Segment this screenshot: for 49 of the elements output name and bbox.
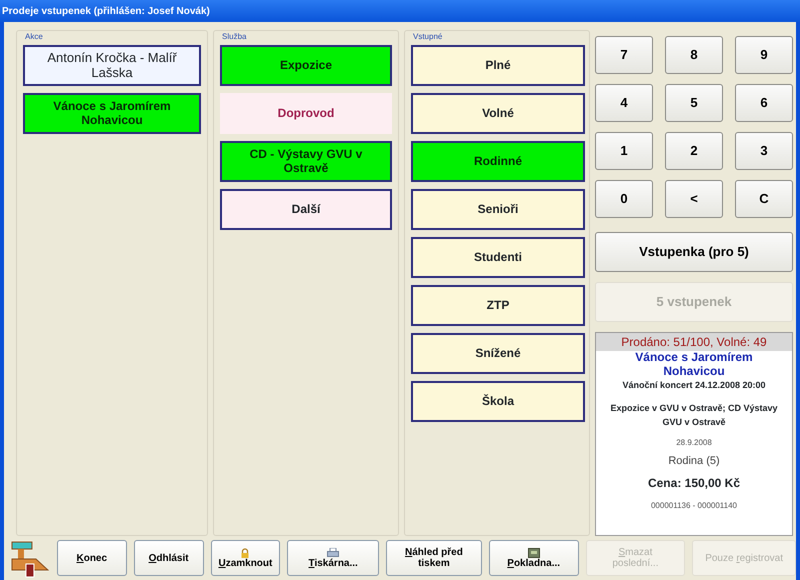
fare-button[interactable]: Škola [411,381,585,422]
lock-icon [240,548,250,558]
fare-button[interactable]: Volné [411,93,585,134]
services-text: Expozice v GVU v Ostravě; CD Výstavy GVU v Ostravě [609,402,779,429]
keypad-key[interactable]: 7 [595,36,653,74]
toolbar-button[interactable]: Odhlásit [134,540,204,576]
keypad-key[interactable]: 0 [595,180,653,218]
ticket-type: Rodina (5) [668,454,720,470]
fare-button[interactable]: Senioři [411,189,585,230]
fare-button[interactable]: Snížené [411,333,585,374]
fare-button[interactable]: ZTP [411,285,585,326]
event-title: Vánoce s Jaromírem Nohavicou [634,351,754,379]
service-button[interactable]: Expozice [220,45,392,86]
service-button[interactable]: Doprovod [220,93,392,134]
keypad-key[interactable]: 4 [595,84,653,122]
price-text: Cena: 150,00 Kč [648,474,740,492]
group-label: Služba [222,31,246,43]
service-button[interactable]: CD - Výstavy GVU v Ostravě [220,141,392,182]
ticket-button[interactable]: Vstupenka (pro 5) [595,232,793,272]
toolbar-button[interactable]: Konec [56,540,127,576]
sold-count: Prodáno: 51/100, Volné: 49 [596,333,792,351]
keypad-key[interactable]: 3 [735,132,793,170]
cash-register-icon [10,540,50,578]
keypad-key[interactable]: C [735,180,793,218]
event-subtitle: Vánoční koncert 24.12.2008 20:00 [622,378,766,392]
keypad-key[interactable]: 8 [665,36,723,74]
detail-text: 28.9.2008 [676,437,712,450]
cash-box-icon [528,548,540,558]
keypad-key[interactable]: 2 [665,132,723,170]
detail-text: 000001136 - 000001140 [650,500,737,512]
keypad-key[interactable]: < [665,180,723,218]
keypad-key[interactable]: 1 [595,132,653,170]
fare-button[interactable]: Rodinné [411,141,585,182]
toolbar-button[interactable]: Pokladna... [488,540,579,576]
event-button[interactable]: Vánoce s Jaromírem Nohavicou [23,93,201,134]
keypad-key[interactable]: 5 [665,84,723,122]
window-title: Prodeje vstupenek (přihlášen: Josef Novák) [0,0,800,22]
keypad-key[interactable]: 6 [735,84,793,122]
fare-button[interactable]: Plné [411,45,585,86]
toolbar-button[interactable]: Náhled před tiskem [386,540,482,576]
group-label: Vstupné [413,31,442,43]
event-button[interactable]: Antonín Kročka - Malíř Lašska [23,45,201,86]
service-button[interactable]: Další [220,189,392,230]
group-label: Akce [25,31,43,43]
keypad-key[interactable]: 9 [735,36,793,74]
toolbar-button[interactable]: Uzamknout [210,540,280,576]
printer-icon [327,548,340,558]
toolbar-button[interactable]: Tiskárna... [287,540,380,576]
fare-button[interactable]: Studenti [411,237,585,278]
